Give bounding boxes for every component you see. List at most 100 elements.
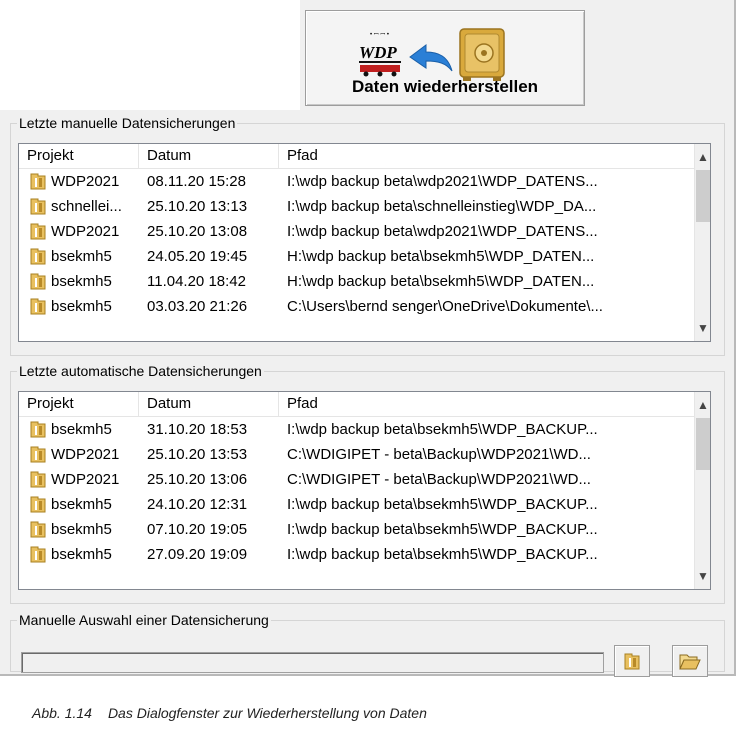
table-row[interactable]: bsekmh5 31.10.20 18:53 I:\wdp backup bet… [19, 417, 695, 442]
cell-pfad: I:\wdp backup beta\schnelleinstieg\WDP_D… [287, 198, 597, 215]
manual-select-title: Manuelle Auswahl einer Datensicherung [17, 611, 271, 629]
cell-projekt: WDP2021 [51, 173, 120, 190]
column-header-projekt[interactable]: Projekt [19, 392, 139, 416]
open-folder-button[interactable] [672, 645, 708, 677]
cell-datum: 08.11.20 15:28 [147, 173, 246, 190]
cell-projekt: bsekmh5 [51, 546, 112, 563]
column-header-projekt[interactable]: Projekt [19, 144, 139, 168]
cell-pfad: I:\wdp backup beta\bsekmh5\WDP_BACKUP... [287, 496, 598, 513]
wdp-logo-text: WDP [359, 43, 397, 62]
scroll-up-icon[interactable]: ▲ [695, 394, 710, 416]
cell-pfad: I:\wdp backup beta\bsekmh5\WDP_BACKUP... [287, 521, 598, 538]
project-folder-icon [30, 298, 46, 315]
restore-dialog: • ꟷ ꟷ • WDP Daten wiederherstellen Letzt… [0, 0, 736, 676]
project-folder-icon [30, 446, 46, 463]
table-row[interactable]: bsekmh5 11.04.20 18:42 H:\wdp backup bet… [19, 269, 695, 294]
table-row[interactable]: bsekmh5 27.09.20 19:09 I:\wdp backup bet… [19, 542, 695, 567]
cell-datum: 07.10.20 19:05 [147, 521, 248, 538]
cell-datum: 24.10.20 12:31 [147, 496, 248, 513]
cell-projekt: schnellei... [51, 198, 122, 215]
selected-backup-path-field[interactable] [21, 652, 604, 673]
cell-pfad: I:\wdp backup beta\bsekmh5\WDP_BACKUP... [287, 421, 598, 438]
vertical-scrollbar[interactable]: ▲ ▼ [694, 392, 710, 589]
scroll-up-icon[interactable]: ▲ [695, 146, 710, 168]
select-project-button[interactable] [614, 645, 650, 677]
restore-button-label: Daten wiederherstellen [351, 77, 539, 96]
cell-datum: 03.03.20 21:26 [147, 298, 248, 315]
project-folder-icon [30, 546, 46, 563]
safe-icon [459, 28, 505, 81]
restore-data-button[interactable]: • ꟷ ꟷ • WDP Daten wiederherstellen [305, 10, 585, 106]
cell-projekt: WDP2021 [51, 223, 120, 240]
table-row[interactable]: bsekmh5 24.05.20 19:45 H:\wdp backup bet… [19, 244, 695, 269]
project-folder-icon [30, 521, 46, 538]
cell-projekt: bsekmh5 [51, 521, 112, 538]
back-arrow-icon [409, 44, 453, 72]
project-folder-icon [30, 496, 46, 513]
cell-projekt: bsekmh5 [51, 496, 112, 513]
column-header-datum[interactable]: Datum [139, 392, 279, 416]
project-folder-icon [30, 273, 46, 290]
project-folder-icon [30, 421, 46, 438]
project-folder-icon [30, 223, 46, 240]
scroll-down-icon[interactable]: ▼ [695, 317, 710, 339]
open-folder-icon [679, 654, 701, 670]
cell-datum: 31.10.20 18:53 [147, 421, 248, 438]
table-row[interactable]: schnellei... 25.10.20 13:13 I:\wdp backu… [19, 194, 695, 219]
cell-datum: 25.10.20 13:53 [147, 446, 248, 463]
cell-datum: 25.10.20 13:08 [147, 223, 248, 240]
figure-caption: Abb. 1.14 Das Dialogfenster zur Wiederher… [32, 705, 427, 721]
auto-rows: bsekmh5 31.10.20 18:53 I:\wdp backup bet… [19, 417, 695, 567]
scroll-thumb[interactable] [696, 170, 710, 222]
cell-pfad: I:\wdp backup beta\wdp2021\WDP_DATENS... [287, 223, 598, 240]
cell-projekt: bsekmh5 [51, 298, 112, 315]
column-header-pfad[interactable]: Pfad [279, 144, 695, 168]
manual-rows: WDP2021 08.11.20 15:28 I:\wdp backup bet… [19, 169, 695, 319]
manual-backups-title: Letzte manuelle Datensicherungen [17, 114, 238, 132]
cell-projekt: WDP2021 [51, 446, 120, 463]
cell-projekt: bsekmh5 [51, 273, 112, 290]
cell-projekt: bsekmh5 [51, 248, 112, 265]
column-header-pfad[interactable]: Pfad [279, 392, 695, 416]
vertical-scrollbar[interactable]: ▲ ▼ [694, 144, 710, 341]
cell-pfad: H:\wdp backup beta\bsekmh5\WDP_DATEN... [287, 248, 595, 265]
cell-pfad: C:\WDIGIPET - beta\Backup\WDP2021\WD... [287, 471, 591, 488]
cell-pfad: I:\wdp backup beta\bsekmh5\WDP_BACKUP... [287, 546, 598, 563]
auto-backups-title: Letzte automatische Datensicherungen [17, 362, 264, 380]
figure-number: Abb. 1.14 [32, 705, 92, 721]
table-row[interactable]: WDP2021 25.10.20 13:06 C:\WDIGIPET - bet… [19, 467, 695, 492]
cell-pfad: I:\wdp backup beta\wdp2021\WDP_DATENS... [287, 173, 598, 190]
scroll-down-icon[interactable]: ▼ [695, 565, 710, 587]
column-header-datum[interactable]: Datum [139, 144, 279, 168]
auto-backups-list[interactable]: Projekt Datum Pfad bsekmh5 31.10.20 18:5… [18, 391, 711, 590]
cell-datum: 24.05.20 19:45 [147, 248, 248, 265]
list-header: Projekt Datum Pfad [19, 144, 695, 169]
cell-pfad: C:\Users\bernd senger\OneDrive\Dokumente… [287, 298, 603, 315]
table-row[interactable]: bsekmh5 07.10.20 19:05 I:\wdp backup bet… [19, 517, 695, 542]
project-folder-icon [30, 248, 46, 265]
cell-projekt: WDP2021 [51, 471, 120, 488]
table-row[interactable]: bsekmh5 24.10.20 12:31 I:\wdp backup bet… [19, 492, 695, 517]
svg-text:• ꟷ ꟷ •: • ꟷ ꟷ • [370, 32, 389, 38]
project-folder-icon [30, 198, 46, 215]
figure-caption-text: Das Dialogfenster zur Wiederherstellung … [107, 705, 427, 721]
project-folder-icon [30, 173, 46, 190]
table-row[interactable]: bsekmh5 03.03.20 21:26 C:\Users\bernd se… [19, 294, 695, 319]
table-row[interactable]: WDP2021 08.11.20 15:28 I:\wdp backup bet… [19, 169, 695, 194]
project-folder-icon [624, 653, 640, 670]
scroll-thumb[interactable] [696, 418, 710, 470]
manual-backups-list[interactable]: Projekt Datum Pfad WDP2021 08.11.20 15:2… [18, 143, 711, 342]
wdp-logo-icon: • ꟷ ꟷ • WDP [359, 32, 401, 77]
cell-datum: 25.10.20 13:13 [147, 198, 248, 215]
header-blank-area [0, 0, 300, 110]
table-row[interactable]: WDP2021 25.10.20 13:53 C:\WDIGIPET - bet… [19, 442, 695, 467]
cell-datum: 27.09.20 19:09 [147, 546, 248, 563]
cell-datum: 25.10.20 13:06 [147, 471, 248, 488]
cell-pfad: H:\wdp backup beta\bsekmh5\WDP_DATEN... [287, 273, 595, 290]
list-header: Projekt Datum Pfad [19, 392, 695, 417]
cell-projekt: bsekmh5 [51, 421, 112, 438]
table-row[interactable]: WDP2021 25.10.20 13:08 I:\wdp backup bet… [19, 219, 695, 244]
cell-pfad: C:\WDIGIPET - beta\Backup\WDP2021\WD... [287, 446, 591, 463]
cell-datum: 11.04.20 18:42 [147, 273, 246, 290]
project-folder-icon [30, 471, 46, 488]
